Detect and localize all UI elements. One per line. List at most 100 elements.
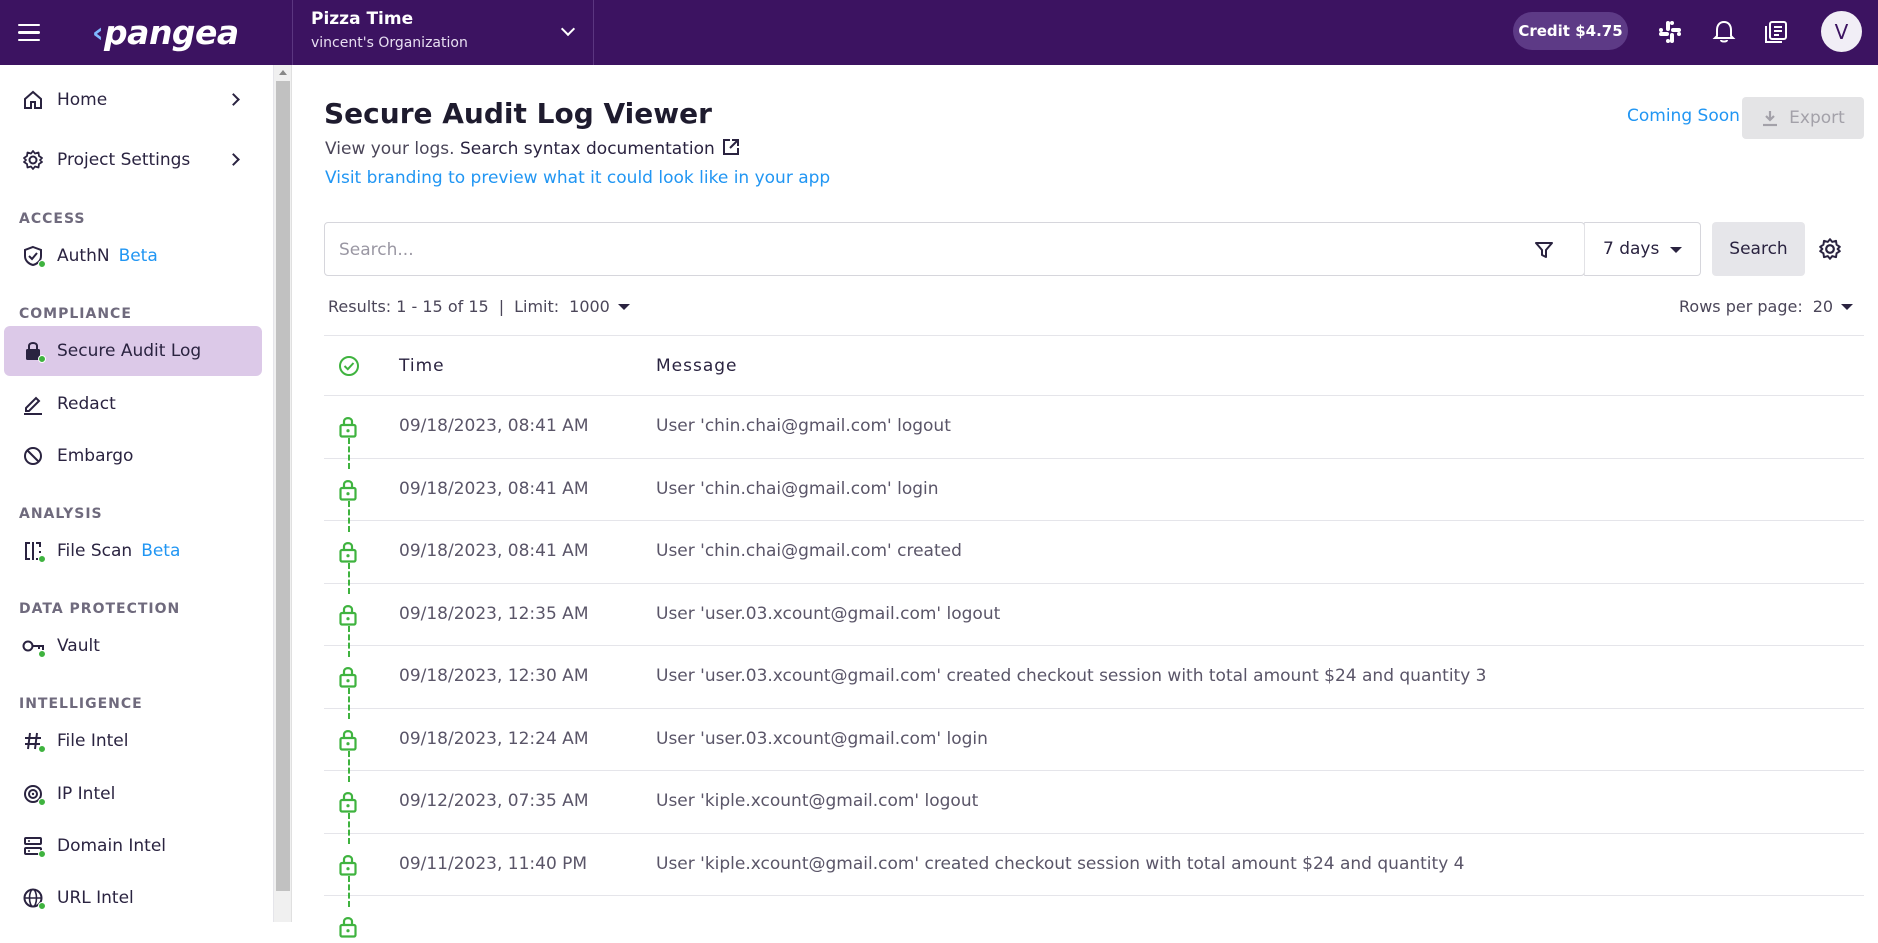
search-button[interactable]: Search <box>1712 222 1805 276</box>
column-header-message[interactable]: Message <box>656 356 738 376</box>
logo-text: pangea <box>104 13 239 52</box>
sidebar-item-domain-intel[interactable]: Domain Intel <box>4 821 262 871</box>
table-row[interactable]: 09/18/2023, 12:24 AM User 'user.03.xcount… <box>324 709 1864 782</box>
table-row[interactable]: 09/18/2023, 08:41 AM User 'chin.chai@gmai… <box>324 396 1864 469</box>
row-message: User 'chin.chai@gmail.com' created <box>656 541 962 561</box>
sidebar-item-label: URL Intel <box>57 888 134 908</box>
main-content: Secure Audit Log Viewer View your logs. … <box>292 65 1878 938</box>
sidebar-item-label: Project Settings <box>57 150 191 170</box>
branding-link[interactable]: Visit branding to preview what it could … <box>325 168 830 188</box>
target-icon <box>20 781 46 807</box>
export-label: Export <box>1789 108 1845 128</box>
verified-check-icon[interactable] <box>338 355 360 381</box>
gear-icon <box>20 147 46 173</box>
sidebar-item-label: Redact <box>57 394 116 414</box>
sidebar-item-label: Vault <box>57 636 100 656</box>
rows-per-page-select[interactable]: 20 <box>1813 297 1854 316</box>
row-message: User 'user.03.xcount@gmail.com' created … <box>656 666 1487 686</box>
sidebar-item-project-settings[interactable]: Project Settings <box>4 135 262 185</box>
sidebar-item-secure-audit-log[interactable]: Secure Audit Log <box>4 326 262 376</box>
sidebar-item-vault[interactable]: Vault <box>4 621 262 671</box>
search-syntax-doc-link[interactable]: Search syntax documentation <box>460 139 741 159</box>
sidebar-item-authn[interactable]: AuthN Beta <box>4 231 262 281</box>
page-title: Secure Audit Log Viewer <box>324 97 712 130</box>
time-range-value: 7 days <box>1603 239 1660 259</box>
limit-label: Limit: <box>514 297 560 316</box>
export-button[interactable]: Export <box>1742 97 1864 139</box>
sidebar-item-embargo[interactable]: Embargo <box>4 431 262 481</box>
sidebar-item-redact[interactable]: Redact <box>4 379 262 429</box>
row-message: User 'chin.chai@gmail.com' login <box>656 478 939 499</box>
verified-lock-icon[interactable] <box>337 915 359 943</box>
row-time: 09/18/2023, 08:41 AM <box>399 478 589 499</box>
results-count: Results: 1 - 15 of 15 <box>328 297 489 316</box>
organization-name: vincent's Organization <box>311 35 468 51</box>
sidebar-item-url-intel[interactable]: URL Intel <box>4 873 262 922</box>
table-row[interactable]: 09/18/2023, 12:35 AM User 'user.03.xcount… <box>324 584 1864 657</box>
table-row[interactable]: 09/18/2023, 12:30 AM User 'user.03.xcount… <box>324 646 1864 719</box>
row-message: User 'user.03.xcount@gmail.com' logout <box>656 603 1001 624</box>
time-range-select[interactable]: 7 days <box>1584 222 1701 276</box>
notification-bell-icon[interactable] <box>1706 14 1742 50</box>
scrollbar-thumb[interactable] <box>276 81 290 891</box>
search-input[interactable] <box>339 238 1519 262</box>
download-icon <box>1763 111 1778 127</box>
section-analysis: ANALYSIS <box>19 506 103 522</box>
project-switcher[interactable]: Pizza Time vincent's Organization <box>292 0 594 65</box>
row-message: User 'kiple.xcount@gmail.com' logout <box>656 791 979 811</box>
section-compliance: COMPLIANCE <box>19 306 132 322</box>
table-body: 09/18/2023, 08:41 AM User 'chin.chai@gmai… <box>324 396 1864 938</box>
sidebar-item-label: AuthN <box>57 246 110 266</box>
slack-icon[interactable] <box>1652 14 1688 50</box>
sidebar-item-label: Secure Audit Log <box>57 341 202 361</box>
sidebar-item-home[interactable]: Home <box>4 75 262 125</box>
menu-icon[interactable] <box>0 0 58 65</box>
sidebar-item-file-scan[interactable]: File Scan Beta <box>4 526 262 576</box>
sidebar-item-label: IP Intel <box>57 784 116 804</box>
table-row[interactable]: 09/18/2023, 08:41 AM User 'chin.chai@gmai… <box>324 459 1864 532</box>
credit-badge[interactable]: Credit $4.75 <box>1513 12 1628 50</box>
row-time: 09/18/2023, 08:41 AM <box>399 416 589 436</box>
page-subtitle: View your logs. Search syntax documentat… <box>325 137 741 162</box>
pangea-logo[interactable]: ‹ pangea <box>58 0 292 65</box>
key-icon <box>20 633 46 659</box>
results-summary: Results: 1 - 15 of 15 | Limit: 1000 <box>328 297 630 316</box>
row-time: 09/18/2023, 12:35 AM <box>399 603 589 624</box>
row-message: User 'chin.chai@gmail.com' logout <box>656 416 951 436</box>
scroll-up-arrow-icon[interactable] <box>279 70 287 75</box>
file-scan-icon <box>20 538 46 564</box>
avatar[interactable]: V <box>1821 11 1862 52</box>
sidebar-scrollbar[interactable] <box>274 65 292 922</box>
sidebar-item-file-intel[interactable]: File Intel <box>4 716 262 766</box>
doc-link-label: Search syntax documentation <box>459 139 715 159</box>
top-bar: ‹ pangea Pizza Time vincent's Organizatio… <box>0 0 1878 65</box>
row-message: User 'user.03.xcount@gmail.com' login <box>656 728 988 749</box>
table-header: Time Message <box>324 335 1864 396</box>
sidebar-item-ip-intel[interactable]: IP Intel <box>4 769 262 819</box>
gear-icon[interactable] <box>1816 235 1844 263</box>
rows-per-page-label: Rows per page: <box>1679 297 1803 316</box>
column-header-time[interactable]: Time <box>399 356 445 376</box>
beta-badge: Beta <box>118 246 158 266</box>
filter-icon[interactable] <box>1530 236 1558 264</box>
documentation-icon[interactable] <box>1758 14 1794 50</box>
globe-icon <box>20 885 46 911</box>
project-name: Pizza Time <box>311 9 414 29</box>
table-row[interactable]: 09/12/2023, 07:35 AM User 'kiple.xcount@g… <box>324 771 1864 844</box>
lock-icon <box>20 338 46 364</box>
table-row[interactable]: 09/11/2023, 11:40 PM User 'kiple.xcount@g… <box>324 834 1864 907</box>
sidebar-item-label: File Intel <box>57 731 129 751</box>
sidebar-item-label: Embargo <box>57 446 134 466</box>
caret-down-icon <box>1670 247 1682 253</box>
table-row-partial[interactable] <box>324 896 1864 938</box>
section-data-protection: DATA PROTECTION <box>19 601 181 617</box>
limit-select[interactable]: 1000 <box>569 297 630 316</box>
sidebar-item-label: File Scan <box>57 541 133 561</box>
external-link-icon <box>721 137 741 162</box>
section-intelligence: INTELLIGENCE <box>19 696 143 712</box>
row-time: 09/12/2023, 07:35 AM <box>399 791 589 811</box>
rows-per-page: Rows per page: 20 <box>1679 297 1854 316</box>
table-row[interactable]: 09/18/2023, 08:41 AM User 'chin.chai@gmai… <box>324 521 1864 594</box>
coming-soon-label: Coming Soon <box>1627 106 1740 126</box>
home-icon <box>20 87 46 113</box>
